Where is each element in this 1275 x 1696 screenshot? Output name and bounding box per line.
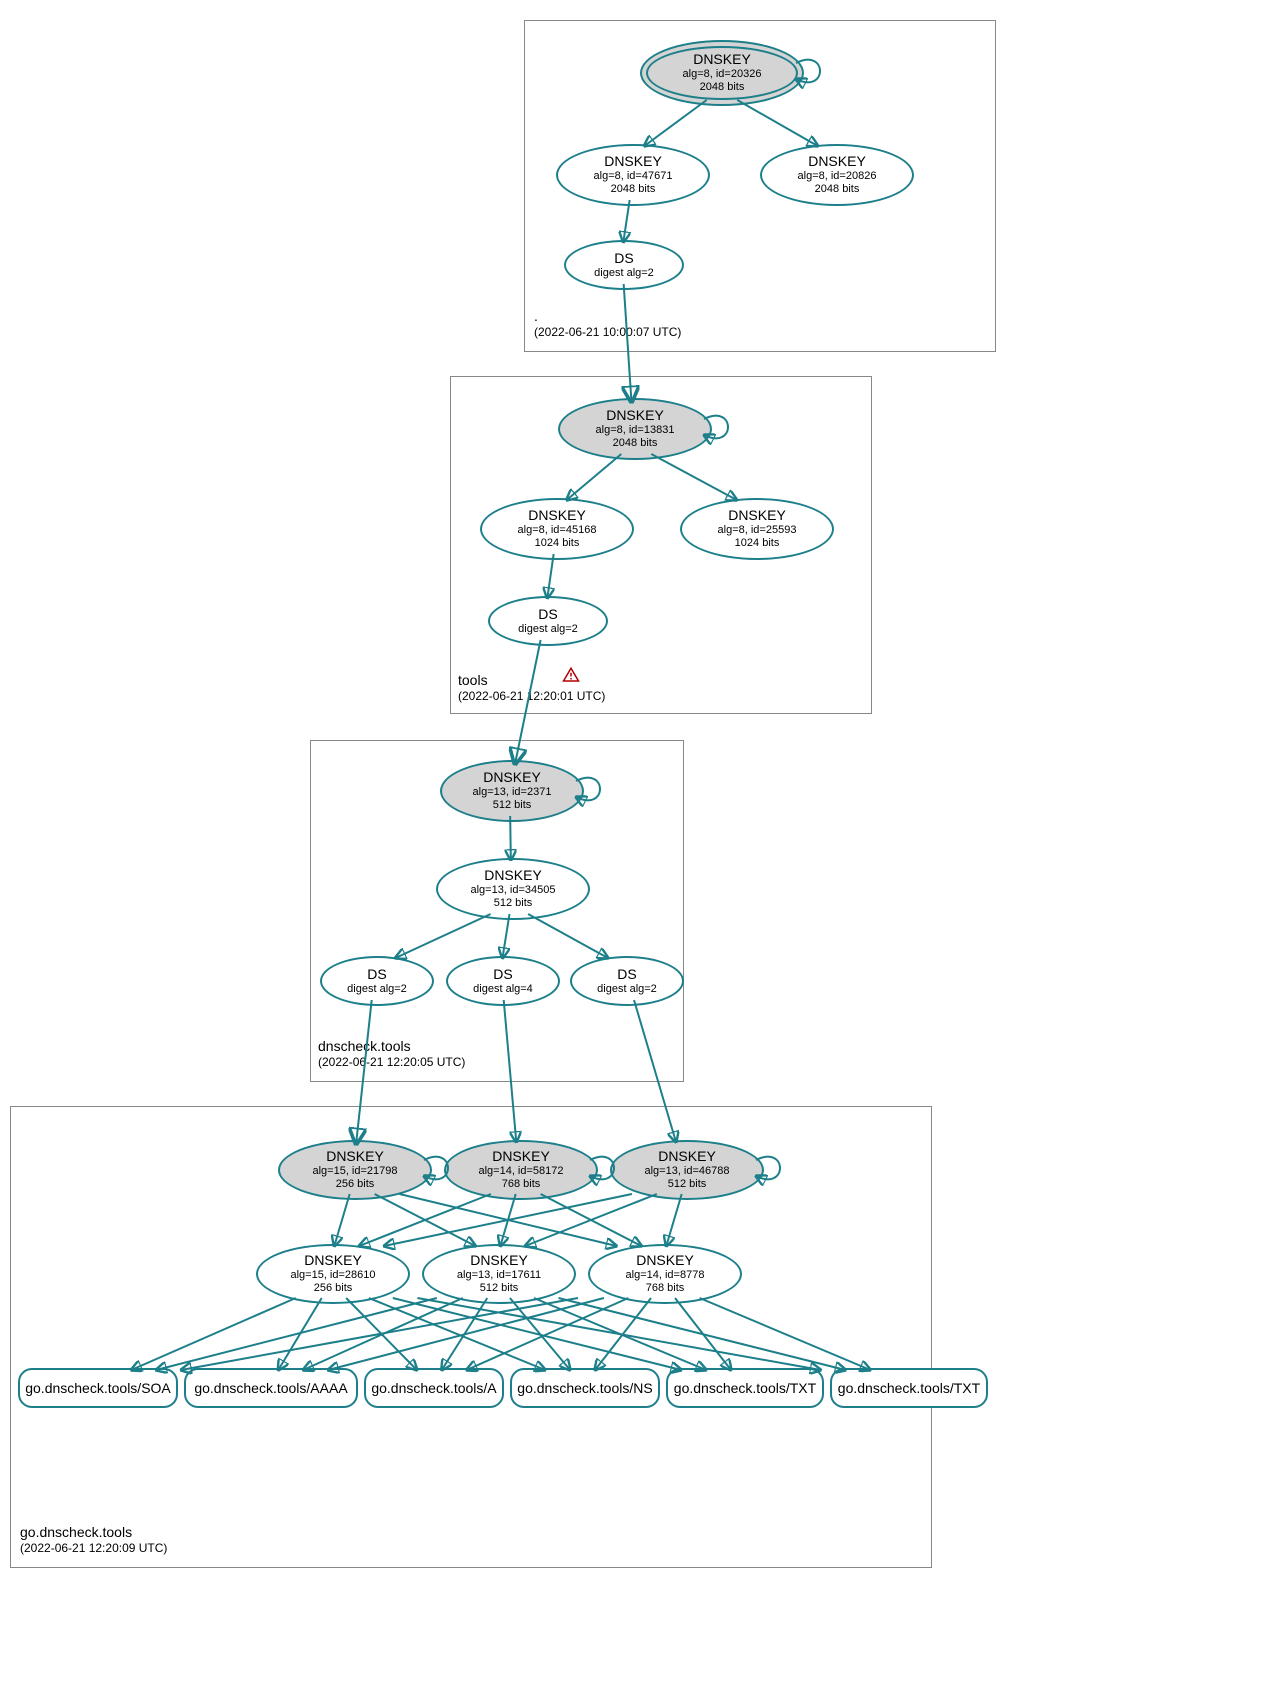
node-g-rr3: go.dnscheck.tools/A xyxy=(364,1368,504,1408)
node-d-ds3: DSdigest alg=2 xyxy=(570,956,684,1006)
node-r-ksk: DNSKEYalg=8, id=203262048 bits xyxy=(640,40,804,106)
node-t-zsk2: DNSKEYalg=8, id=255931024 bits xyxy=(680,498,834,560)
node-g-ksk2: DNSKEYalg=14, id=58172768 bits xyxy=(444,1140,598,1200)
node-t-zsk1: DNSKEYalg=8, id=451681024 bits xyxy=(480,498,634,560)
node-g-rr2: go.dnscheck.tools/AAAA xyxy=(184,1368,358,1408)
node-d-ds2: DSdigest alg=4 xyxy=(446,956,560,1006)
node-g-ksk1: DNSKEYalg=15, id=21798256 bits xyxy=(278,1140,432,1200)
node-t-ksk: DNSKEYalg=8, id=138312048 bits xyxy=(558,398,712,460)
node-g-zsk1: DNSKEYalg=15, id=28610256 bits xyxy=(256,1244,410,1304)
node-d-zsk: DNSKEYalg=13, id=34505512 bits xyxy=(436,858,590,920)
node-d-ksk: DNSKEYalg=13, id=2371512 bits xyxy=(440,760,584,822)
node-r-ds: DSdigest alg=2 xyxy=(564,240,684,290)
zone-label-root: .(2022-06-21 10:00:07 UTC) xyxy=(534,308,681,339)
node-g-rr5: go.dnscheck.tools/TXT xyxy=(666,1368,824,1408)
node-g-ksk3: DNSKEYalg=13, id=46788512 bits xyxy=(610,1140,764,1200)
zone-label-go: go.dnscheck.tools(2022-06-21 12:20:09 UT… xyxy=(20,1524,167,1555)
zone-label-tools: tools(2022-06-21 12:20:01 UTC) xyxy=(458,672,605,703)
node-r-zsk2: DNSKEYalg=8, id=208262048 bits xyxy=(760,144,914,206)
node-g-rr4: go.dnscheck.tools/NS xyxy=(510,1368,660,1408)
node-g-zsk2: DNSKEYalg=13, id=17611512 bits xyxy=(422,1244,576,1304)
node-d-ds1: DSdigest alg=2 xyxy=(320,956,434,1006)
node-t-ds: DSdigest alg=2 xyxy=(488,596,608,646)
node-g-rr1: go.dnscheck.tools/SOA xyxy=(18,1368,178,1408)
node-g-rr6: go.dnscheck.tools/TXT xyxy=(830,1368,988,1408)
warning-icon xyxy=(562,666,580,684)
node-g-zsk3: DNSKEYalg=14, id=8778768 bits xyxy=(588,1244,742,1304)
zone-label-dnscheck: dnscheck.tools(2022-06-21 12:20:05 UTC) xyxy=(318,1038,465,1069)
node-r-zsk1: DNSKEYalg=8, id=476712048 bits xyxy=(556,144,710,206)
